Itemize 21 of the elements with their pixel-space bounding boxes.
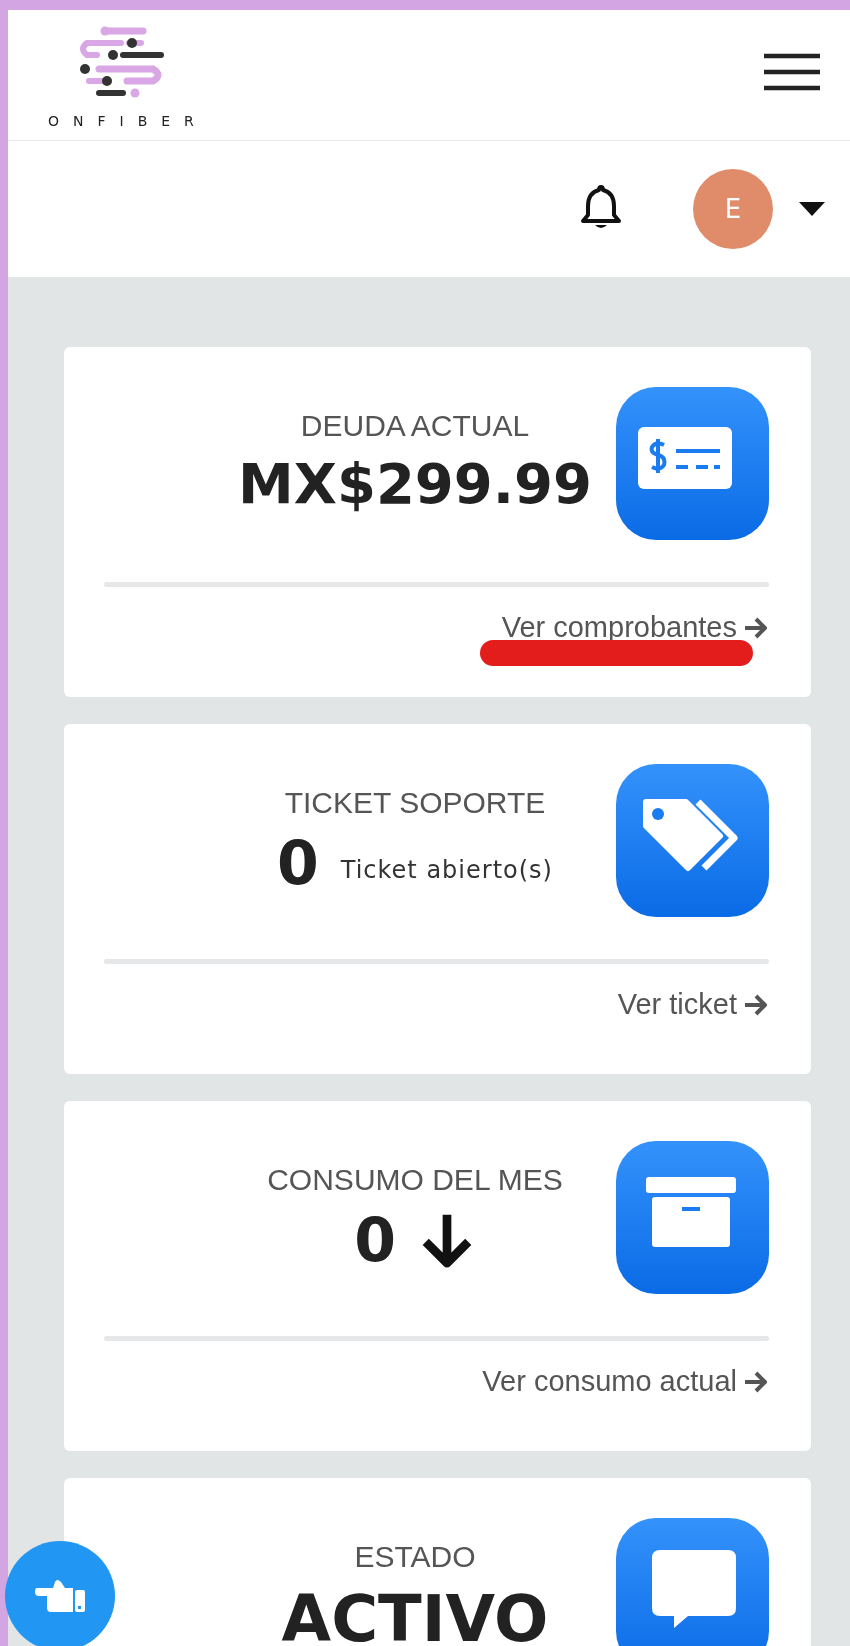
right-arrow-icon[interactable] xyxy=(743,1369,769,1394)
card-title: ESTADO xyxy=(354,1540,476,1574)
card-title: CONSUMO DEL MES xyxy=(267,1163,563,1197)
amount-value: MX$299.99 xyxy=(238,451,592,516)
right-arrow-icon[interactable] xyxy=(743,615,769,640)
menu-button[interactable] xyxy=(762,52,822,92)
count-label: Ticket abierto(s) xyxy=(340,855,553,884)
card-link[interactable]: Ver comprobantes xyxy=(501,611,737,644)
bill-icon xyxy=(616,387,769,540)
card-link[interactable]: Ver ticket xyxy=(617,988,737,1021)
card-title: TICKET SOPORTE xyxy=(284,786,546,820)
logo-text: ONFIBER xyxy=(48,113,208,129)
status-value: ACTIVO xyxy=(281,1582,549,1646)
card-link[interactable]: Ver consumo actual xyxy=(482,1365,737,1398)
tag-icon xyxy=(616,764,769,917)
card-title: DEUDA ACTUAL xyxy=(300,409,530,443)
right-arrow-icon[interactable] xyxy=(743,992,769,1017)
count-value: 0 xyxy=(277,828,319,898)
consumption-value: 0 xyxy=(354,1205,396,1275)
archive-box-icon xyxy=(616,1141,769,1294)
caret-icon[interactable] xyxy=(799,202,825,216)
